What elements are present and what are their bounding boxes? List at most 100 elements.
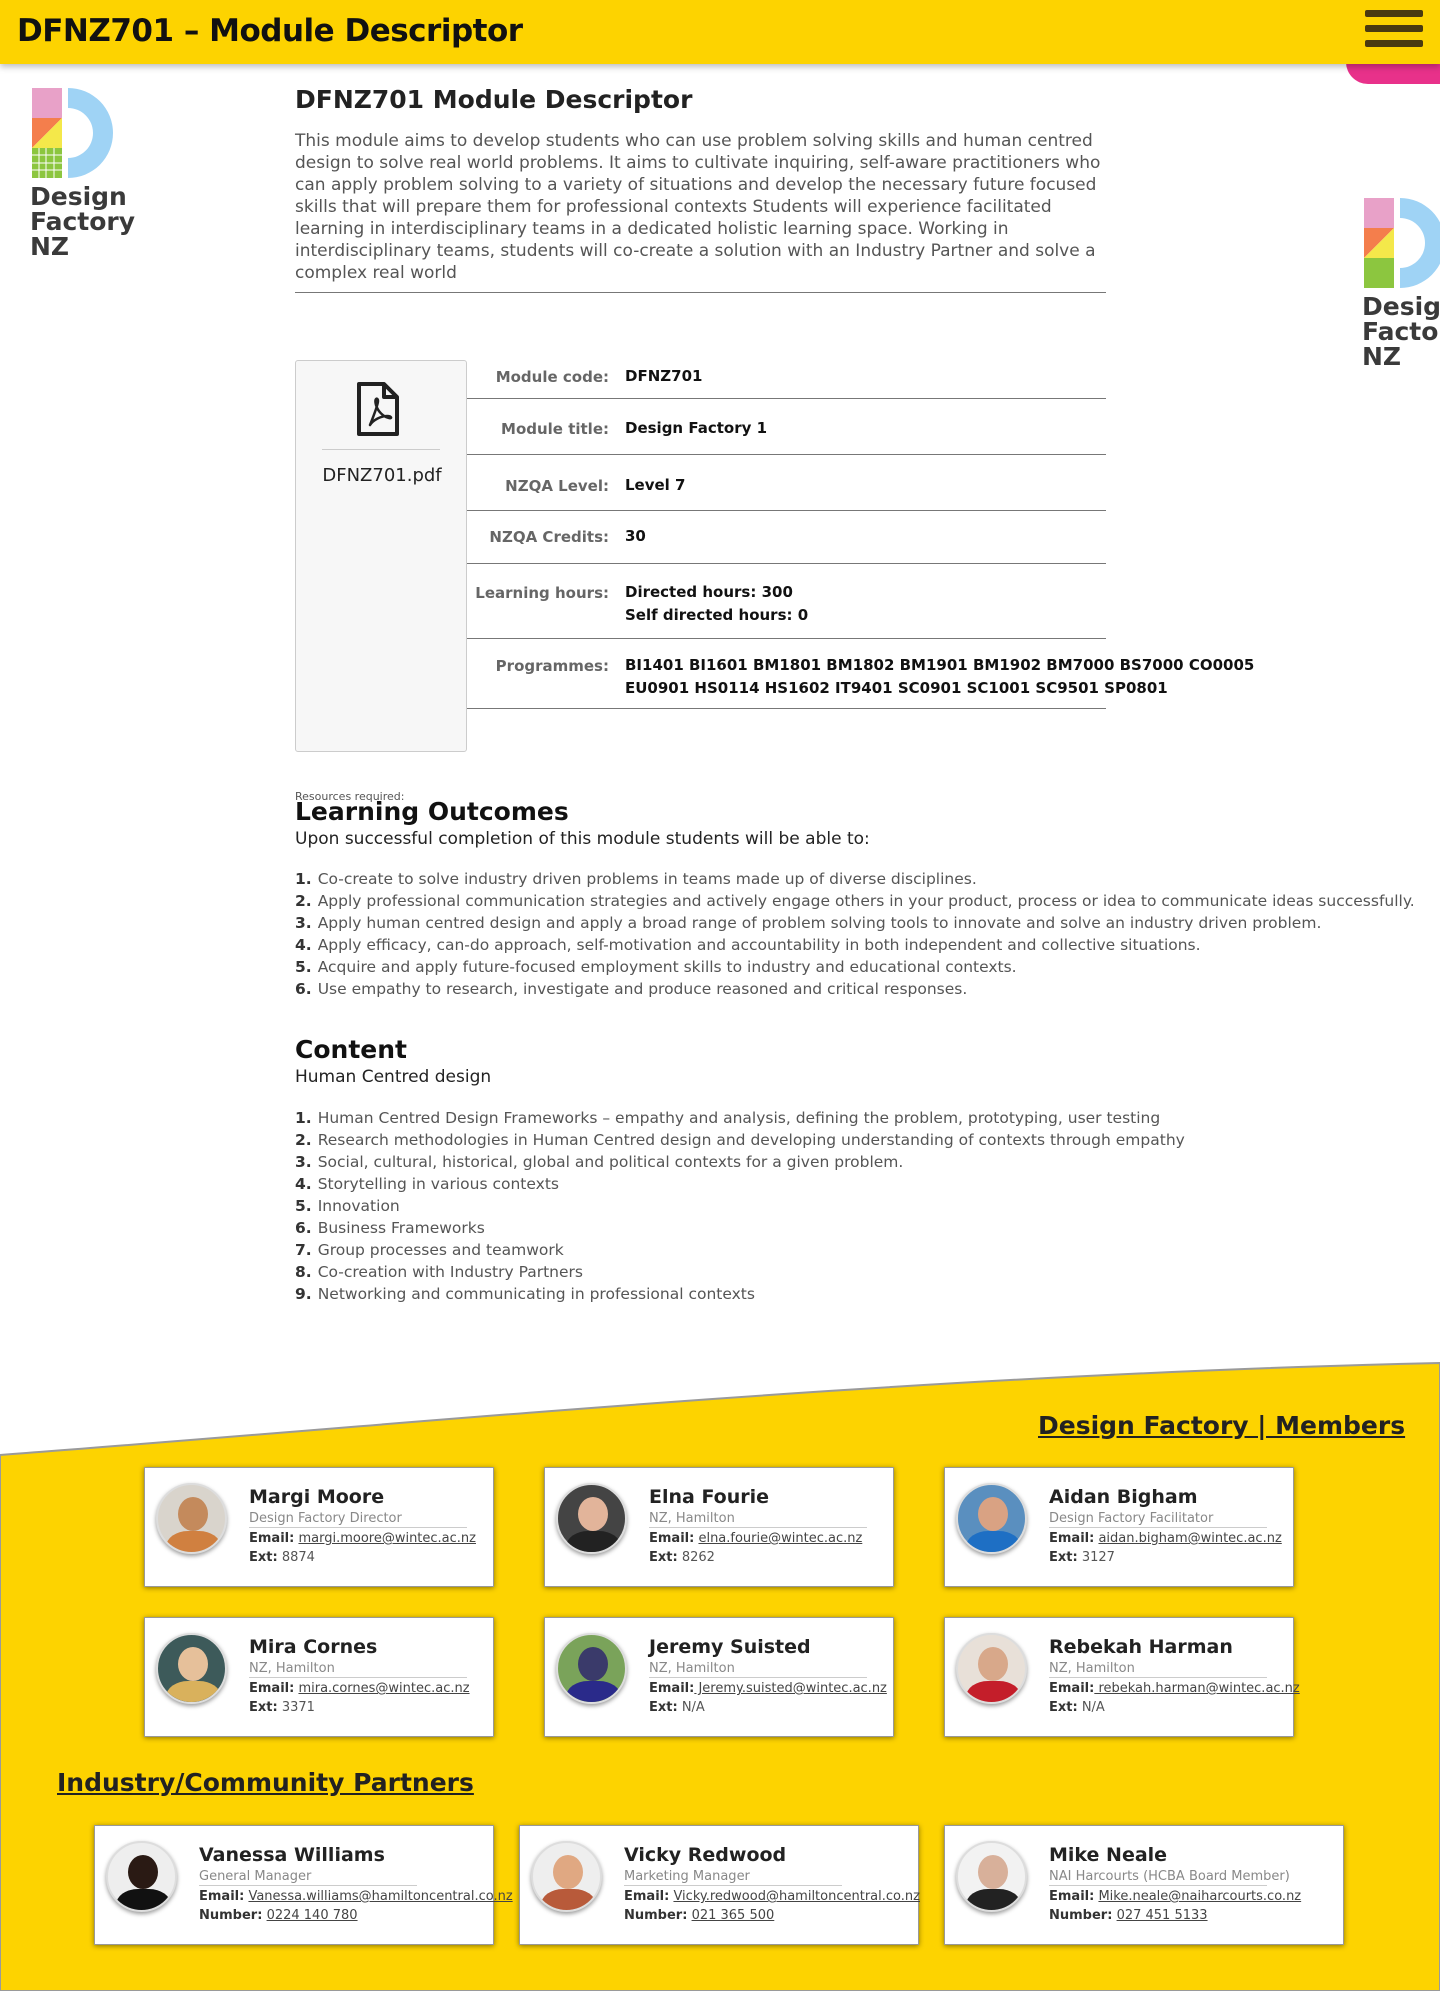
list-item: 3. Apply human centred design and apply a… (295, 914, 1322, 932)
partner-email: Email: Mike.neale@naiharcourts.co.nz (1049, 1889, 1302, 1904)
hamburger-menu-icon[interactable] (1365, 10, 1423, 54)
avatar (106, 1841, 177, 1912)
partners-link[interactable]: Industry/Community Partners (57, 1768, 474, 1797)
detail-value: Level 7 (625, 476, 686, 494)
member-name: Jeremy Suisted (649, 1636, 811, 1658)
pdf-filename[interactable]: DFNZ701.pdf (296, 465, 468, 486)
member-card: Jeremy Suisted NZ, Hamilton Email: Jerem… (544, 1617, 894, 1737)
page-title: DFNZ701 – Module Descriptor (17, 13, 523, 49)
partner-email: Email: Vicky.redwood@hamiltoncentral.co.… (624, 1889, 920, 1904)
avatar (156, 1633, 227, 1704)
member-ext: Ext: N/A (1049, 1700, 1105, 1715)
partner-name: Mike Neale (1049, 1844, 1168, 1866)
avatar (956, 1841, 1027, 1912)
member-email: Email: aidan.bigham@wintec.ac.nz (1049, 1531, 1282, 1546)
email-link[interactable]: Vicky.redwood@hamiltoncentral.co.nz (673, 1889, 920, 1904)
email-link[interactable]: aidan.bigham@wintec.ac.nz (1098, 1531, 1281, 1546)
avatar (156, 1483, 227, 1554)
partner-role: General Manager (199, 1869, 417, 1886)
partner-card: Mike Neale NAI Harcourts (HCBA Board Mem… (944, 1825, 1344, 1945)
design-factory-logo[interactable]: Design Factory NZ (30, 88, 140, 261)
member-role: NZ, Hamilton (1049, 1661, 1267, 1678)
avatar (531, 1841, 602, 1912)
detail-label: Module code: (495, 368, 609, 386)
list-item: 9. Networking and communicating in profes… (295, 1285, 755, 1303)
partner-name: Vanessa Williams (199, 1844, 385, 1866)
phone-link[interactable]: 027 451 5133 (1117, 1908, 1208, 1923)
phone-link[interactable]: 0224 140 780 (267, 1908, 358, 1923)
detail-label: NZQA Level: (505, 477, 609, 495)
email-link[interactable]: rebekah.harman@wintec.ac.nz (1094, 1681, 1299, 1696)
member-role: NZ, Hamilton (649, 1661, 867, 1678)
member-ext: Ext: 3371 (249, 1700, 315, 1715)
detail-value: Design Factory 1 (625, 419, 768, 437)
member-name: Margi Moore (249, 1486, 385, 1508)
detail-value-2: EU0901 HS0114 HS1602 IT9401 SC0901 SC100… (625, 679, 1168, 697)
detail-row-programmes: Programmes: BI1401 BI1601 BM1801 BM1802 … (467, 639, 1254, 709)
member-name: Mira Cornes (249, 1636, 378, 1658)
email-link[interactable]: mira.cornes@wintec.ac.nz (298, 1681, 469, 1696)
divider (295, 292, 1106, 293)
module-title: DFNZ701 Module Descriptor (295, 85, 693, 114)
detail-value-2: Self directed hours: 0 (625, 606, 809, 624)
member-name: Elna Fourie (649, 1486, 770, 1508)
list-item: 5. Acquire and apply future-focused emplo… (295, 958, 1017, 976)
pdf-download-card[interactable]: DFNZ701.pdf (295, 360, 467, 752)
partner-role: NAI Harcourts (HCBA Board Member) (1049, 1869, 1290, 1886)
member-card: Rebekah Harman NZ, Hamilton Email: rebek… (944, 1617, 1300, 1737)
member-role: Design Factory Director (249, 1511, 467, 1528)
member-ext: Ext: 8874 (249, 1550, 315, 1565)
pdf-separator (322, 449, 440, 450)
detail-row-code: Module code: DFNZ701 (467, 360, 1106, 399)
avatar (556, 1633, 627, 1704)
module-intro: This module aims to develop students who… (295, 131, 1101, 283)
avatar (956, 1633, 1027, 1704)
member-card: Mira Cornes NZ, Hamilton Email: mira.cor… (144, 1617, 494, 1737)
member-email: Email: elna.fourie@wintec.ac.nz (649, 1531, 863, 1546)
phone-link[interactable]: 021 365 500 (692, 1908, 775, 1923)
detail-row-level: NZQA Level: Level 7 (467, 455, 1106, 511)
outcomes-list: 1. Co-create to solve industry driven pro… (295, 868, 1415, 1000)
outcomes-title: Learning Outcomes (295, 797, 569, 826)
logo-mark-icon (32, 88, 113, 178)
list-item: 1. Co-create to solve industry driven pro… (295, 870, 977, 888)
list-item: 6. Use empathy to research, investigate a… (295, 980, 968, 998)
detail-value: 30 (625, 527, 646, 545)
detail-row-credits: NZQA Credits: 30 (467, 511, 1106, 564)
avatar (556, 1483, 627, 1554)
detail-value: Directed hours: 300 (625, 583, 793, 601)
email-link[interactable]: margi.moore@wintec.ac.nz (298, 1531, 476, 1546)
avatar (956, 1483, 1027, 1554)
member-email: Email: margi.moore@wintec.ac.nz (249, 1531, 476, 1546)
list-item: 8. Co-creation with Industry Partners (295, 1263, 583, 1281)
outcomes-intro: Upon successful completion of this modul… (295, 829, 870, 849)
detail-row-title: Module title: Design Factory 1 (467, 399, 1106, 455)
detail-label: Programmes: (495, 657, 609, 675)
logo-mark-icon (1364, 198, 1440, 288)
list-item: 4. Storytelling in various contexts (295, 1175, 559, 1193)
member-name: Rebekah Harman (1049, 1636, 1233, 1658)
email-link[interactable]: Jeremy.suisted@wintec.ac.nz (694, 1681, 886, 1696)
email-link[interactable]: Vanessa.williams@hamiltoncentral.co.nz (248, 1889, 512, 1904)
list-item: 2. Apply professional communication strat… (295, 892, 1415, 910)
members-link[interactable]: Design Factory | Members (1038, 1411, 1405, 1440)
member-ext: Ext: 3127 (1049, 1550, 1115, 1565)
detail-label: Learning hours: (475, 584, 609, 602)
member-name: Aidan Bigham (1049, 1486, 1198, 1508)
member-card: Aidan Bigham Design Factory Facilitator … (944, 1467, 1294, 1587)
member-email: Email: Jeremy.suisted@wintec.ac.nz (649, 1681, 887, 1696)
email-link[interactable]: Mike.neale@naiharcourts.co.nz (1098, 1889, 1301, 1904)
partner-card: Vicky Redwood Marketing Manager Email: V… (519, 1825, 920, 1945)
list-item: 4. Apply efficacy, can-do approach, self-… (295, 936, 1201, 954)
list-item: 7. Group processes and teamwork (295, 1241, 564, 1259)
partner-name: Vicky Redwood (624, 1844, 787, 1866)
email-link[interactable]: elna.fourie@wintec.ac.nz (698, 1531, 862, 1546)
member-card: Elna Fourie NZ, Hamilton Email: elna.fou… (544, 1467, 894, 1587)
detail-value: DFNZ701 (625, 367, 703, 385)
partner-role: Marketing Manager (624, 1869, 842, 1886)
logo-text: Design Factory NZ (30, 182, 136, 261)
member-card: Margi Moore Design Factory Director Emai… (144, 1467, 494, 1587)
list-item: 6. Business Frameworks (295, 1219, 485, 1237)
list-item: 5. Innovation (295, 1197, 400, 1215)
list-item: 1. Human Centred Design Frameworks – empa… (295, 1109, 1161, 1127)
